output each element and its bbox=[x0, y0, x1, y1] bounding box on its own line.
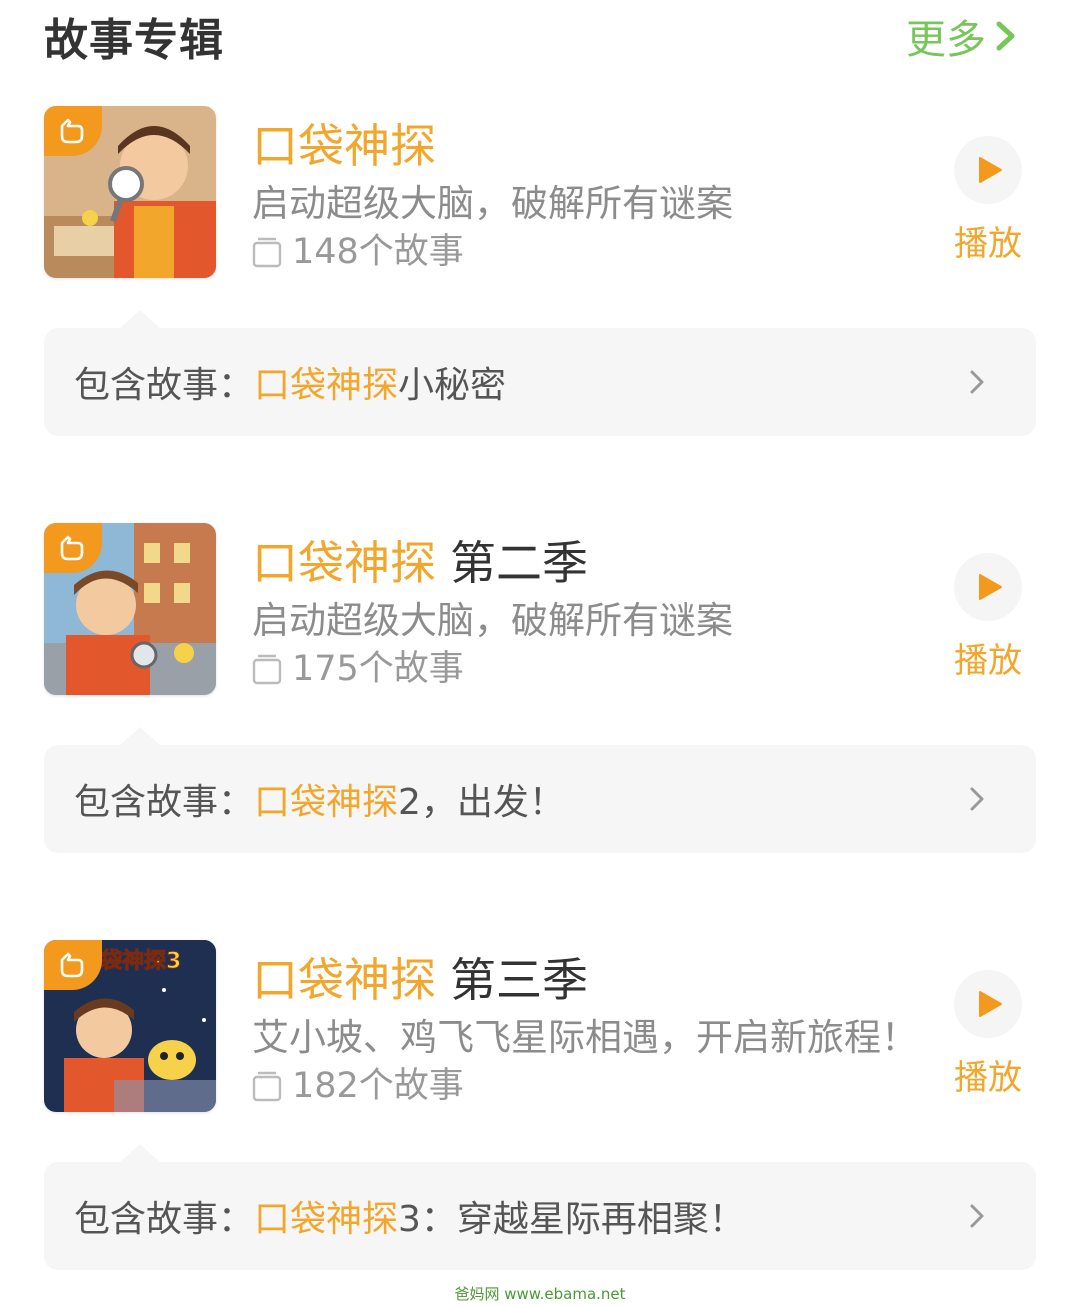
play-button[interactable]: 播放 bbox=[952, 970, 1024, 1099]
badge-hand-icon bbox=[60, 952, 84, 978]
album-title[interactable]: 口袋神探 bbox=[252, 118, 922, 174]
play-icon bbox=[979, 574, 1002, 600]
chevron-right-icon bbox=[970, 787, 984, 811]
chevron-right-icon bbox=[996, 21, 1015, 51]
album-description: 艾小坡、鸡飞飞星际相遇，开启新旅程！ bbox=[252, 1016, 918, 1059]
album-title[interactable]: 口袋神探 第三季 bbox=[252, 952, 922, 1008]
album-card: 口袋神探 启动超级大脑，破解所有谜案 148个故事 播放 包含故事： 口袋神探 小秘… bbox=[0, 106, 1080, 446]
play-button[interactable]: 播放 bbox=[952, 553, 1024, 682]
more-button[interactable]: 更多 bbox=[906, 7, 1020, 65]
badge-hand-icon bbox=[60, 118, 84, 144]
contains-label: 包含故事： bbox=[74, 1199, 255, 1240]
more-label: 更多 bbox=[906, 17, 986, 63]
album-count-text: 182个故事 bbox=[292, 1066, 464, 1106]
album-story-count: 148个故事 bbox=[252, 230, 922, 274]
album-count-text: 175个故事 bbox=[292, 649, 464, 689]
section-title: 故事专辑 bbox=[44, 15, 224, 66]
album-title-rest: 第二季 bbox=[450, 536, 588, 590]
album-count-icon bbox=[252, 237, 282, 268]
contains-rest: 小秘密 bbox=[398, 365, 507, 406]
contains-accent: 口袋神探 bbox=[254, 1199, 399, 1240]
album-story-count: 175个故事 bbox=[252, 647, 922, 691]
album-cover[interactable] bbox=[44, 106, 216, 278]
play-label: 播放 bbox=[954, 224, 1022, 264]
album-count-icon bbox=[252, 654, 282, 685]
album-info: 口袋神探 第三季 艾小坡、鸡飞飞星际相遇，开启新旅程！ 182个故事 bbox=[252, 940, 922, 1108]
album-description: 启动超级大脑，破解所有谜案 bbox=[252, 182, 733, 225]
play-circle[interactable] bbox=[954, 970, 1022, 1038]
album-description: 启动超级大脑，破解所有谜案 bbox=[252, 599, 733, 642]
album-cover[interactable]: 袋神探3 bbox=[44, 940, 216, 1112]
album-title-accent: 口袋神探 bbox=[252, 119, 436, 173]
album-cover-title: 袋神探3 bbox=[99, 948, 181, 974]
play-icon bbox=[979, 157, 1002, 183]
album-story-count: 182个故事 bbox=[252, 1064, 922, 1108]
album-info: 口袋神探 启动超级大脑，破解所有谜案 148个故事 bbox=[252, 106, 922, 274]
contains-rest: 3：穿越星际再相聚！ bbox=[398, 1199, 745, 1240]
badge-hand-icon bbox=[60, 535, 84, 561]
chevron-right-icon bbox=[970, 370, 984, 394]
play-circle[interactable] bbox=[954, 553, 1022, 621]
contains-accent: 口袋神探 bbox=[254, 365, 399, 406]
contains-label: 包含故事： bbox=[74, 365, 255, 406]
contains-stories-bar[interactable]: 包含故事： 口袋神探 2，出发！ bbox=[44, 727, 1036, 853]
album-info: 口袋神探 第二季 启动超级大脑，破解所有谜案 175个故事 bbox=[252, 523, 922, 691]
album-title[interactable]: 口袋神探 第二季 bbox=[252, 535, 922, 591]
section-header: 故事专辑 更多 bbox=[44, 6, 1020, 66]
contains-label: 包含故事： bbox=[74, 782, 255, 823]
album-title-rest: 第三季 bbox=[450, 953, 588, 1007]
play-icon bbox=[979, 991, 1002, 1017]
play-label: 播放 bbox=[954, 641, 1022, 681]
play-button[interactable]: 播放 bbox=[952, 136, 1024, 265]
album-title-accent: 口袋神探 bbox=[252, 953, 436, 1007]
play-label: 播放 bbox=[954, 1058, 1022, 1098]
watermark: 爸妈网 www.ebama.net bbox=[454, 1285, 626, 1303]
album-cover[interactable] bbox=[44, 523, 216, 695]
contains-stories-bar[interactable]: 包含故事： 口袋神探 小秘密 bbox=[44, 310, 1036, 436]
play-circle[interactable] bbox=[954, 136, 1022, 204]
contains-stories-bar[interactable]: 包含故事： 口袋神探 3：穿越星际再相聚！ bbox=[44, 1144, 1036, 1270]
contains-rest: 2，出发！ bbox=[398, 782, 565, 823]
album-count-icon bbox=[252, 1071, 282, 1102]
album-card: 袋神探3 口袋神探 第三季 艾小坡、鸡飞飞星际相遇，开启新旅程！ 182个故事 … bbox=[0, 940, 1080, 1280]
album-card: 口袋神探 第二季 启动超级大脑，破解所有谜案 175个故事 播放 包含故事： 口袋神… bbox=[0, 523, 1080, 863]
chevron-right-icon bbox=[970, 1204, 984, 1228]
story-albums-page: 故事专辑 更多 口袋神探 启动超级大脑，破解所有谜案 148个故事 播放 包含故… bbox=[0, 0, 1080, 1306]
album-count-text: 148个故事 bbox=[292, 232, 464, 272]
contains-accent: 口袋神探 bbox=[254, 782, 399, 823]
album-title-accent: 口袋神探 bbox=[252, 536, 436, 590]
